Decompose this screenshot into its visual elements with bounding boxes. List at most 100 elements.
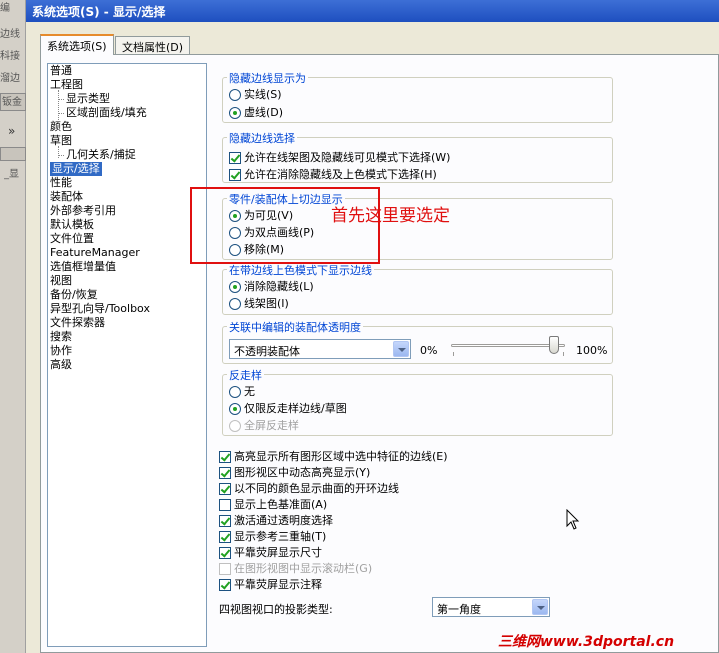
mouse-cursor-icon	[566, 509, 580, 530]
checkbox-dynamic-highlight[interactable]: 图形视区中动态高亮显示(Y)	[219, 466, 370, 480]
group-title: 关联中编辑的装配体透明度	[227, 319, 363, 335]
transparency-select[interactable]: 不透明装配体	[229, 339, 411, 359]
title-bar[interactable]: 系统选项(S) - 显示/选择	[26, 0, 719, 22]
slider-tick	[453, 352, 454, 356]
tree-item-general[interactable]: 普通	[50, 64, 72, 78]
tree-item-display-selection[interactable]: 显示/选择	[50, 162, 102, 176]
slider-tick	[563, 352, 564, 356]
group-title: 隐藏边线选择	[227, 130, 297, 146]
projection-select[interactable]: 第一角度	[432, 597, 550, 617]
tree-item-search[interactable]: 搜索	[50, 330, 72, 344]
tree-item-backup-recover[interactable]: 备份/恢复	[50, 288, 98, 302]
select-value: 不透明装配体	[234, 345, 300, 358]
slider-min-label: 0%	[420, 344, 438, 357]
tree-item-file-locations[interactable]: 文件位置	[50, 232, 94, 246]
background-fragment: 溜边	[0, 73, 20, 84]
radio-button[interactable]	[229, 107, 241, 119]
radio-label: 仅限反走样边线/草图	[244, 402, 347, 415]
checkbox-label: 平靠荧屏显示注释	[234, 578, 322, 591]
checkbox-select-hlr-shaded[interactable]: 允许在消除隐藏线及上色模式下选择(H)	[229, 168, 437, 182]
select-value: 第一角度	[437, 603, 481, 616]
radio-button[interactable]	[229, 386, 241, 398]
group-hidden-edges-display: 隐藏边线显示为 实线(S) 虚线(D)	[222, 70, 613, 123]
radio-label: 实线(S)	[244, 88, 282, 101]
checkbox[interactable]	[219, 515, 231, 527]
checkbox[interactable]	[219, 451, 231, 463]
checkbox-scrollbars: 在图形视图中显示滚动栏(G)	[219, 562, 372, 576]
tree-item-hole-wizard-toolbox[interactable]: 异型孔向导/Toolbox	[50, 302, 150, 316]
tree-item-drawings[interactable]: 工程图	[50, 78, 83, 92]
options-tree: 普通 工程图 显示类型 区域剖面线/填充 颜色 草图 几何关系/捕捉 显示/选择…	[47, 63, 207, 647]
tree-item-colors[interactable]: 颜色	[50, 120, 72, 134]
background-fragment: 钣金	[2, 97, 22, 108]
checkbox-select-wireframe[interactable]: 允许在线架图及隐藏线可见模式下选择(W)	[229, 151, 450, 165]
group-title: 反走样	[227, 367, 264, 383]
checkbox-label: 平靠荧屏显示尺寸	[234, 546, 322, 559]
checkbox[interactable]	[219, 499, 231, 511]
radio-button[interactable]	[229, 89, 241, 101]
tree-item-file-explorer[interactable]: 文件探索器	[50, 316, 105, 330]
radio-aa-none[interactable]: 无	[229, 385, 255, 399]
tree-item-display-style[interactable]: 显示类型	[66, 92, 110, 106]
tree-item-view[interactable]: 视图	[50, 274, 72, 288]
checkbox-reference-triad[interactable]: 显示参考三重轴(T)	[219, 530, 326, 544]
tree-item-area-hatch[interactable]: 区域剖面线/填充	[66, 106, 147, 120]
radio-button[interactable]	[229, 298, 241, 310]
checkbox[interactable]	[219, 547, 231, 559]
radio-button[interactable]	[229, 281, 241, 293]
tree-item-assemblies[interactable]: 装配体	[50, 190, 83, 204]
checkbox-label: 允许在消除隐藏线及上色模式下选择(H)	[244, 168, 437, 181]
tree-guide-line	[58, 155, 64, 156]
checkbox-label: 显示上色基准面(A)	[234, 498, 328, 511]
chevron-down-icon[interactable]	[393, 341, 409, 357]
tree-item-relations-snaps[interactable]: 几何关系/捕捉	[66, 148, 136, 162]
tree-item-collaboration[interactable]: 协作	[50, 344, 72, 358]
checkbox[interactable]	[219, 579, 231, 591]
radio-aa-edges-sketch[interactable]: 仅限反走样边线/草图	[229, 402, 347, 416]
checkbox-highlight-edges[interactable]: 高亮显示所有图形区域中选中特征的边线(E)	[219, 450, 448, 464]
tree-item-performance[interactable]: 性能	[50, 176, 72, 190]
radio-label: 全屏反走样	[244, 419, 299, 432]
checkbox-label: 高亮显示所有图形区域中选中特征的边线(E)	[234, 450, 448, 463]
checkbox[interactable]	[219, 483, 231, 495]
checkbox-flat-to-screen-dims[interactable]: 平靠荧屏显示尺寸	[219, 546, 322, 560]
tree-item-sketch[interactable]: 草图	[50, 134, 72, 148]
radio-solid[interactable]: 实线(S)	[229, 88, 282, 102]
checkbox[interactable]	[229, 169, 241, 181]
radio-button[interactable]	[229, 403, 241, 415]
group-antialias: 反走样 无 仅限反走样边线/草图 全屏反走样	[222, 367, 613, 436]
group-shaded-edges: 在带边线上色模式下显示边线 消除隐藏线(L) 线架图(I)	[222, 262, 613, 315]
radio-wireframe[interactable]: 线架图(I)	[229, 297, 289, 311]
checkbox-label: 以不同的颜色显示曲面的开环边线	[234, 482, 399, 495]
tree-item-default-templates[interactable]: 默认模板	[50, 218, 94, 232]
radio-hlr[interactable]: 消除隐藏线(L)	[229, 280, 314, 294]
projection-label: 四视图视口的投影类型:	[219, 603, 333, 616]
checkbox	[219, 563, 231, 575]
checkbox[interactable]	[219, 531, 231, 543]
tree-item-spin-box-increments[interactable]: 选值框增量值	[50, 260, 116, 274]
radio-label: 线架图(I)	[244, 297, 289, 310]
checkbox-select-through-transparency[interactable]: 激活通过透明度选择	[219, 514, 333, 528]
group-hidden-edges-select: 隐藏边线选择 允许在线架图及隐藏线可见模式下选择(W) 允许在消除隐藏线及上色模…	[222, 130, 613, 183]
radio-button	[229, 420, 241, 432]
checkbox-open-edges-color[interactable]: 以不同的颜色显示曲面的开环边线	[219, 482, 399, 496]
tree-item-external-references[interactable]: 外部参考引用	[50, 204, 116, 218]
transparency-slider-track[interactable]	[451, 344, 565, 347]
background-fragment: 科接	[0, 51, 20, 62]
tab-document-properties[interactable]: 文档属性(D)	[115, 36, 191, 54]
group-title: 隐藏边线显示为	[227, 70, 308, 86]
checkbox-label: 在图形视图中显示滚动栏(G)	[234, 562, 373, 575]
background-fragment: 边线	[0, 29, 20, 40]
tree-item-featuremanager[interactable]: FeatureManager	[50, 246, 140, 260]
checkbox-flat-to-screen-notes[interactable]: 平靠荧屏显示注释	[219, 578, 322, 592]
chevron-down-icon[interactable]	[532, 599, 548, 615]
checkbox-shaded-planes[interactable]: 显示上色基准面(A)	[219, 498, 327, 512]
radio-dashed[interactable]: 虚线(D)	[229, 106, 283, 120]
checkbox[interactable]	[229, 152, 241, 164]
tree-item-advanced[interactable]: 高级	[50, 358, 72, 372]
checkbox-label: 激活通过透明度选择	[234, 514, 333, 527]
transparency-slider-thumb[interactable]	[548, 336, 559, 354]
checkbox[interactable]	[219, 467, 231, 479]
radio-label: 消除隐藏线(L)	[244, 280, 314, 293]
tab-system-options[interactable]: 系统选项(S)	[40, 34, 114, 55]
